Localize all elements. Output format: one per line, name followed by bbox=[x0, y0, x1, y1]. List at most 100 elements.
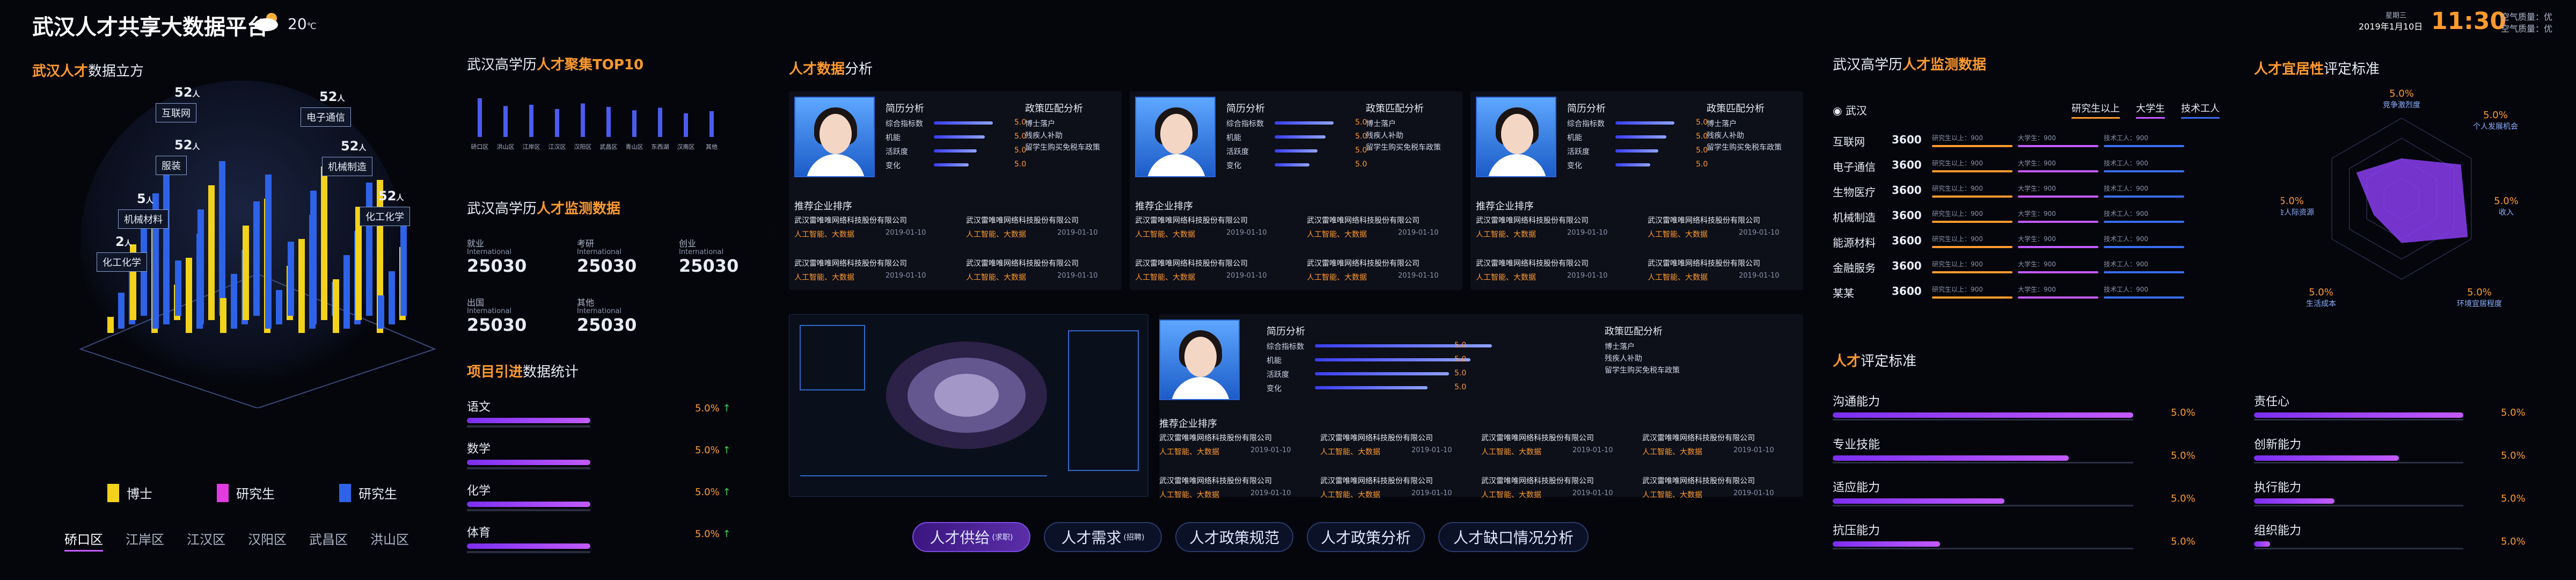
company-name[interactable]: 武汉雷唯唯网络科技股份有限公司 bbox=[1135, 258, 1248, 269]
standard-bar bbox=[2254, 412, 2463, 418]
district-tab[interactable]: 武昌区 bbox=[309, 529, 348, 552]
cube-tag-value: 2人 bbox=[115, 234, 132, 249]
district-tab[interactable]: 江汉区 bbox=[187, 529, 225, 552]
city-sub-bar bbox=[1932, 271, 2012, 273]
company-name[interactable]: 武汉雷唯唯网络科技股份有限公司 bbox=[1642, 475, 1755, 486]
metric-value: 5.0 bbox=[1014, 160, 1027, 169]
monitor-label: 考研 bbox=[577, 238, 595, 249]
district-tab[interactable]: 洪山区 bbox=[370, 529, 409, 552]
intro-label: 化学 bbox=[467, 484, 491, 498]
nav-button[interactable]: 人才需求 (招聘) bbox=[1044, 522, 1162, 552]
standard-value: 5.0% bbox=[2171, 493, 2196, 504]
city-sub-bar bbox=[2018, 246, 2098, 248]
company-name[interactable]: 武汉雷唯唯网络科技股份有限公司 bbox=[966, 215, 1079, 226]
top10-label: 洪山区 bbox=[497, 143, 515, 150]
city-sub-value: 大学生：900 bbox=[2018, 160, 2056, 167]
city-sub-value: 大学生：900 bbox=[2018, 210, 2056, 218]
cube-tag-value: 52人 bbox=[174, 85, 200, 100]
company-name[interactable]: 武汉雷唯唯网络科技股份有限公司 bbox=[794, 258, 907, 269]
talent-card[interactable]: 简历分析 综合指标数 5.0 机能 5.0 活跃度 5.0 变化 5.0 政策匹配分析 博士落户 残疾… bbox=[1159, 314, 1803, 499]
top10-title-highlight: 人才聚集TOP10 bbox=[537, 57, 644, 73]
company-name[interactable]: 武汉雷唯唯网络科技股份有限公司 bbox=[1481, 432, 1594, 443]
top10-chart: 硚口区 洪山区 江岸区 江汉区 汉阳区 武昌区 青山区 东西湖 汉南区 其他 bbox=[471, 98, 718, 150]
city-sub-bar bbox=[2018, 145, 2098, 147]
city-sub-bar bbox=[1932, 296, 2012, 299]
top10-bar bbox=[478, 98, 482, 137]
policy-item: 残疾人补助 bbox=[1605, 354, 1642, 363]
legend-master-2: 研究生 bbox=[358, 487, 397, 502]
monitor-value: 25030 bbox=[467, 315, 527, 335]
cube-bar bbox=[243, 226, 249, 320]
company-tags: 人工智能、大数据 bbox=[1159, 448, 1219, 456]
company-name[interactable]: 武汉雷唯唯网络科技股份有限公司 bbox=[1476, 215, 1589, 226]
intro-bar bbox=[467, 543, 590, 549]
metric-label: 变化 bbox=[1567, 162, 1582, 170]
standard-track bbox=[2254, 419, 2463, 421]
radar-label: 环境宜居程度 bbox=[2457, 300, 2502, 308]
intro-bar bbox=[467, 502, 590, 507]
standard-bar bbox=[1833, 498, 2004, 504]
company-tags: 人工智能、大数据 bbox=[1135, 273, 1195, 282]
company-tags: 人工智能、大数据 bbox=[966, 273, 1026, 282]
standard-track bbox=[1833, 505, 2133, 506]
cube-tag-number: 52 bbox=[341, 139, 359, 154]
company-name[interactable]: 武汉雷唯唯网络科技股份有限公司 bbox=[1307, 258, 1419, 269]
nav-button[interactable]: 人才供给 (求职) bbox=[912, 522, 1030, 552]
company-date: 2019-01-10 bbox=[1411, 489, 1452, 497]
nav-button[interactable]: 人才政策规范 bbox=[1175, 522, 1293, 552]
company-name[interactable]: 武汉雷唯唯网络科技股份有限公司 bbox=[966, 258, 1079, 269]
metric-value: 5.0 bbox=[1454, 383, 1467, 392]
city-row-value: 3600 bbox=[1892, 285, 1922, 298]
radar-title-highlight: 人才宜居性 bbox=[2254, 61, 2324, 77]
company-name[interactable]: 武汉雷唯唯网络科技股份有限公司 bbox=[1481, 475, 1594, 486]
district-tab[interactable]: 汉阳区 bbox=[248, 529, 287, 552]
policy-title: 政策匹配分析 bbox=[1707, 103, 1765, 114]
standard-bar bbox=[2254, 498, 2334, 504]
company-name[interactable]: 武汉雷唯唯网络科技股份有限公司 bbox=[1648, 215, 1760, 226]
district-tab[interactable]: 硚口区 bbox=[64, 529, 103, 552]
city-sub-bar bbox=[2018, 271, 2098, 273]
company-name[interactable]: 武汉雷唯唯网络科技股份有限公司 bbox=[1320, 475, 1433, 486]
air-quality-label-2: 空气质量： bbox=[2501, 24, 2544, 34]
nav-button[interactable]: 人才缺口情况分析 bbox=[1438, 522, 1589, 552]
city-sub-value: 大学生：900 bbox=[2018, 260, 2056, 268]
talent-card[interactable]: 简历分析 综合指标数 5.0 机能 5.0 活跃度 5.0 变化 5.0 政策匹配分析 博士落户 残疾… bbox=[789, 91, 1122, 290]
cube-tag-unit: 人 bbox=[124, 240, 132, 248]
metric-value: 5.0 bbox=[1454, 355, 1467, 364]
profile-photo bbox=[1476, 97, 1556, 177]
standard-track bbox=[2254, 548, 2463, 549]
cube-bar bbox=[175, 260, 181, 316]
city-sub-bar bbox=[2104, 170, 2184, 172]
radar-value: 5.0% bbox=[2281, 195, 2304, 207]
metric-bar bbox=[1615, 135, 1666, 139]
standard-value: 5.0% bbox=[2501, 493, 2526, 504]
company-name[interactable]: 武汉雷唯唯网络科技股份有限公司 bbox=[1648, 258, 1760, 269]
policy-item: 留学生购买免税车政策 bbox=[1605, 366, 1680, 375]
metric-label: 活跃度 bbox=[1267, 371, 1289, 379]
company-name[interactable]: 武汉雷唯唯网络科技股份有限公司 bbox=[794, 215, 907, 226]
metric-value: 5.0 bbox=[1454, 341, 1467, 350]
metric-value: 5.0 bbox=[1355, 118, 1367, 127]
city-sub-bar bbox=[1932, 246, 2012, 248]
top10-bar bbox=[658, 107, 662, 137]
talent-card[interactable]: 简历分析 综合指标数 5.0 机能 5.0 活跃度 5.0 变化 5.0 政策匹配分析 博士落户 残疾… bbox=[1470, 91, 1803, 290]
district-tab[interactable]: 江岸区 bbox=[126, 529, 164, 552]
metric-bar bbox=[1315, 386, 1428, 389]
city-sub-bar bbox=[2018, 170, 2098, 172]
company-name[interactable]: 武汉雷唯唯网络科技股份有限公司 bbox=[1159, 432, 1272, 443]
metric-bar bbox=[934, 135, 985, 139]
resume-title: 简历分析 bbox=[885, 103, 924, 114]
company-name[interactable]: 武汉雷唯唯网络科技股份有限公司 bbox=[1320, 432, 1433, 443]
company-name[interactable]: 武汉雷唯唯网络科技股份有限公司 bbox=[1159, 475, 1272, 486]
company-name[interactable]: 武汉雷唯唯网络科技股份有限公司 bbox=[1642, 432, 1755, 443]
monitor-value: 25030 bbox=[467, 256, 527, 276]
cube-bar bbox=[231, 274, 237, 329]
talent-card[interactable]: 简历分析 综合指标数 5.0 机能 5.0 活跃度 5.0 变化 5.0 政策匹配分析 博士落户 残疾… bbox=[1130, 91, 1462, 290]
nav-button[interactable]: 人才政策分析 bbox=[1307, 522, 1425, 552]
company-name[interactable]: 武汉雷唯唯网络科技股份有限公司 bbox=[1307, 215, 1419, 226]
company-name[interactable]: 武汉雷唯唯网络科技股份有限公司 bbox=[1476, 258, 1589, 269]
standard-label: 沟通能力 bbox=[1833, 395, 1880, 409]
company-name[interactable]: 武汉雷唯唯网络科技股份有限公司 bbox=[1135, 215, 1248, 226]
monitor-title-highlight: 人才监测数据 bbox=[537, 201, 621, 217]
monitor-label: 创业 bbox=[679, 238, 697, 249]
